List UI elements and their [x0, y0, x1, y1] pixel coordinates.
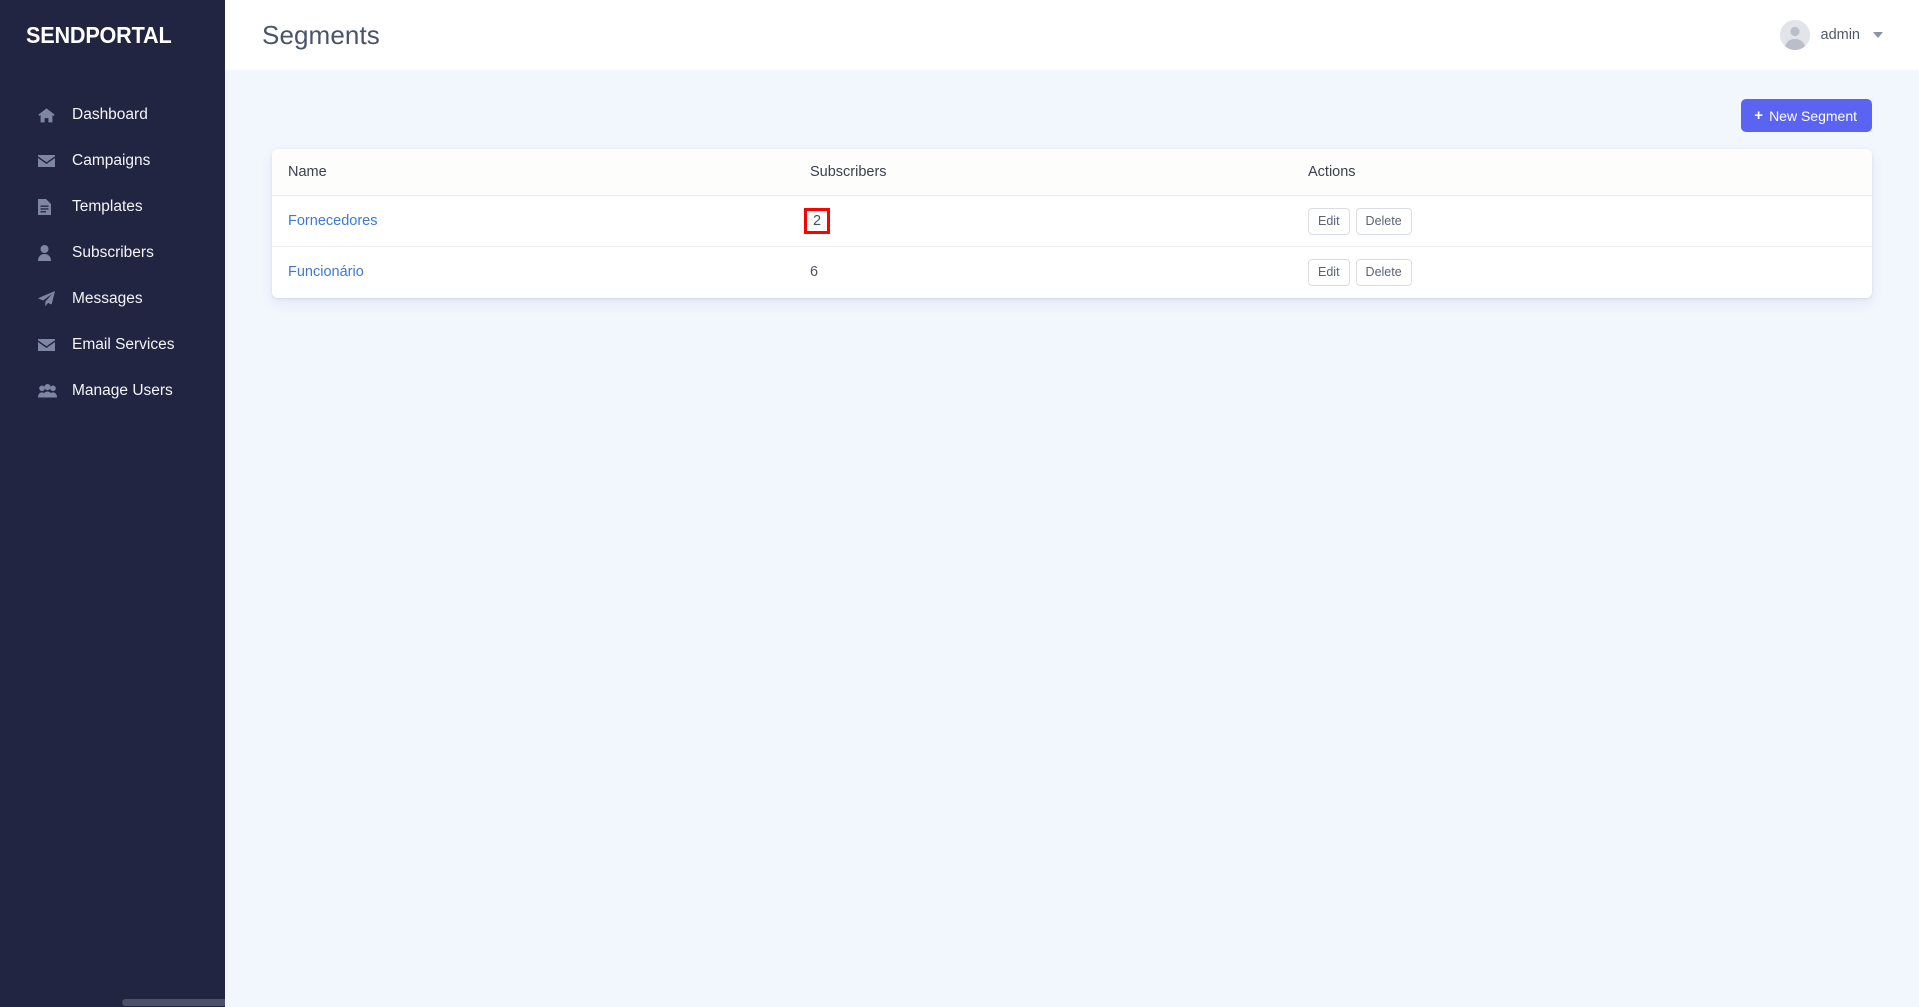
sidebar-item-label: Manage Users	[72, 382, 173, 400]
user-menu[interactable]: admin	[1779, 20, 1883, 50]
chevron-down-icon[interactable]	[1873, 32, 1883, 38]
new-segment-label: New Segment	[1769, 107, 1857, 124]
segment-link[interactable]: Funcionário	[288, 264, 364, 280]
paper-plane-icon	[38, 291, 60, 307]
toolbar: + New Segment	[272, 99, 1872, 132]
sidebar-nav: Dashboard Campaigns Templates Subscriber…	[0, 92, 225, 414]
table-row: Fornecedores 2 Edit Delete	[272, 195, 1872, 247]
segment-link[interactable]: Fornecedores	[288, 213, 377, 229]
sidebar-item-label: Messages	[72, 290, 143, 308]
sidebar: SENDPORTAL Dashboard Campaigns Templates…	[0, 0, 225, 1007]
page-title: Segments	[262, 19, 380, 50]
home-icon	[38, 107, 60, 123]
cell-name: Funcionário	[272, 247, 810, 298]
table-body: Fornecedores 2 Edit Delete Funcionário 6…	[272, 195, 1872, 298]
table-head: Name Subscribers Actions	[272, 149, 1872, 196]
sidebar-item-campaigns[interactable]: Campaigns	[0, 138, 225, 184]
sidebar-item-messages[interactable]: Messages	[0, 276, 225, 322]
cell-actions: Edit Delete	[1308, 247, 1872, 298]
edit-button[interactable]: Edit	[1308, 207, 1350, 235]
row-action-buttons: Edit Delete	[1308, 207, 1872, 235]
cell-name: Fornecedores	[272, 195, 810, 247]
segments-table: Name Subscribers Actions Fornecedores 2	[272, 149, 1872, 298]
new-segment-button[interactable]: + New Segment	[1741, 99, 1872, 132]
page-content: + New Segment Name Subscribers Actions F…	[225, 70, 1919, 298]
delete-button[interactable]: Delete	[1355, 207, 1412, 235]
sidebar-item-dashboard[interactable]: Dashboard	[0, 92, 225, 138]
sidebar-item-templates[interactable]: Templates	[0, 184, 225, 230]
envelope-icon	[38, 154, 60, 168]
user-icon	[38, 245, 60, 261]
brand-logo-text: SENDPORTAL	[26, 21, 172, 48]
topbar: Segments admin	[225, 0, 1919, 70]
table-header-row: Name Subscribers Actions	[272, 149, 1872, 196]
sidebar-item-subscribers[interactable]: Subscribers	[0, 230, 225, 276]
column-header-subscribers: Subscribers	[810, 149, 1308, 196]
plus-icon: +	[1754, 106, 1764, 124]
subscribers-count: 6	[810, 264, 819, 281]
delete-button[interactable]: Delete	[1355, 258, 1412, 286]
sidebar-item-label: Email Services	[72, 336, 175, 354]
subscribers-count-highlighted: 2	[804, 207, 831, 235]
cell-subscribers: 6	[810, 247, 1308, 298]
sidebar-item-label: Dashboard	[72, 106, 148, 124]
sidebar-item-label: Subscribers	[72, 244, 154, 262]
sidebar-item-label: Templates	[72, 198, 143, 216]
sidebar-item-manage-users[interactable]: Manage Users	[0, 368, 225, 414]
users-group-icon	[38, 384, 60, 398]
user-name-label: admin	[1820, 27, 1861, 43]
row-action-buttons: Edit Delete	[1308, 258, 1872, 286]
scrollbar-thumb[interactable]	[122, 999, 225, 1006]
cell-subscribers: 2	[804, 195, 1308, 247]
edit-button[interactable]: Edit	[1308, 258, 1350, 286]
app-root: SENDPORTAL Dashboard Campaigns Templates…	[0, 0, 1919, 1007]
sidebar-item-email-services[interactable]: Email Services	[0, 322, 225, 368]
column-header-name: Name	[272, 149, 810, 196]
column-header-actions: Actions	[1308, 149, 1872, 196]
sidebar-item-label: Campaigns	[72, 152, 151, 170]
table-row: Funcionário 6 Edit Delete	[272, 247, 1872, 298]
main-area: Segments admin + New Segment Name Subscr…	[225, 0, 1919, 1007]
envelope-icon	[38, 338, 60, 352]
sidebar-logo[interactable]: SENDPORTAL	[0, 0, 225, 70]
user-avatar-icon	[1779, 20, 1810, 50]
sidebar-horizontal-scrollbar[interactable]	[0, 998, 225, 1007]
cell-actions: Edit Delete	[1308, 195, 1872, 247]
document-icon	[38, 199, 60, 215]
segments-card: Name Subscribers Actions Fornecedores 2	[272, 149, 1872, 298]
